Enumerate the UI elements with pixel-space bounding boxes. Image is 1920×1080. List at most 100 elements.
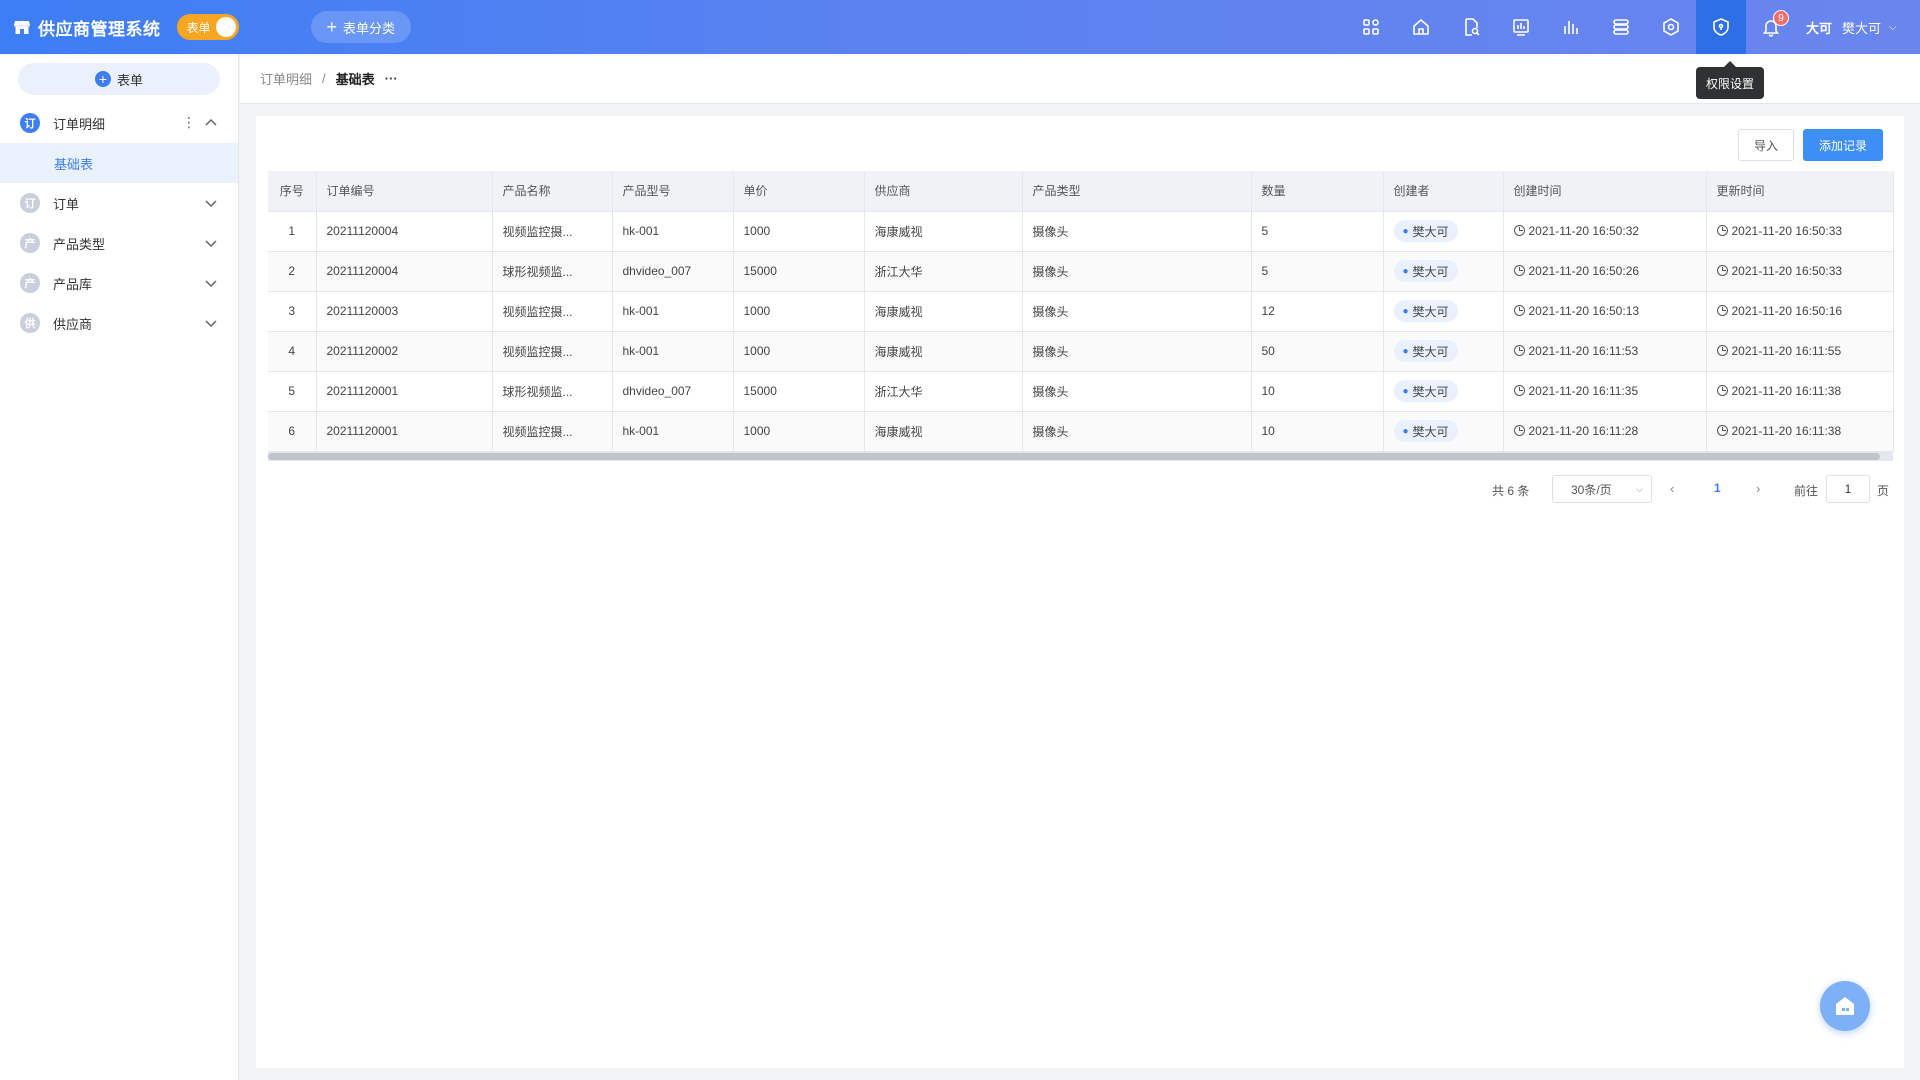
- column-header[interactable]: 订单编号: [316, 171, 493, 212]
- timestamp: 2021-11-20 16:11:28: [1528, 424, 1639, 438]
- more-vertical-icon[interactable]: ⋮: [182, 115, 196, 129]
- column-header[interactable]: 供应商: [864, 171, 1023, 212]
- clock-icon: [1513, 265, 1525, 276]
- user-menu[interactable]: 大可 樊大可 ⌵: [1806, 0, 1897, 54]
- column-header[interactable]: 创建者: [1383, 171, 1504, 212]
- table-cell: 2021-11-20 16:11:53: [1503, 331, 1707, 372]
- timestamp: 2021-11-20 16:50:32: [1528, 224, 1640, 238]
- timestamp: 2021-11-20 16:11:55: [1731, 344, 1842, 358]
- column-header[interactable]: 产品名称: [492, 171, 613, 212]
- chevron-down-icon[interactable]: [203, 275, 219, 291]
- table-cell: 5: [268, 371, 317, 412]
- sidebar: + 表单 订 订单明细 ⋮ 基础表 订 订单 产 产品类型 产 产品库 供 供应…: [0, 54, 239, 1080]
- column-header[interactable]: 序号: [268, 171, 317, 212]
- database-button[interactable]: [1596, 0, 1646, 54]
- table-cell: hk-001: [612, 331, 734, 372]
- table-cell: ● 樊大可: [1383, 371, 1504, 412]
- settings-button[interactable]: [1646, 0, 1696, 54]
- user-icon: ●: [1402, 385, 1409, 397]
- sidebar-item-product-types[interactable]: 产 产品类型: [0, 223, 238, 263]
- new-form-button[interactable]: + 表单: [18, 63, 220, 95]
- user-icon: ●: [1402, 425, 1409, 437]
- page-size-select[interactable]: 30条/页 ⌵: [1552, 475, 1652, 503]
- table-cell: 2021-11-20 16:50:33: [1706, 211, 1894, 252]
- home-button[interactable]: [1396, 0, 1446, 54]
- sidebar-item-suppliers[interactable]: 供 供应商: [0, 303, 238, 343]
- clock-icon: [1513, 385, 1525, 396]
- table-row[interactable]: 3 20211120003 视频监控摄... hk-001 1000 海康威视 摄像头 12 ●…: [268, 291, 1894, 332]
- table-cell: 1: [268, 211, 317, 252]
- form-category-button[interactable]: + 表单分类: [310, 11, 412, 43]
- chevron-down-icon[interactable]: [203, 195, 219, 211]
- creator-tag: ● 樊大可: [1393, 380, 1458, 402]
- table-cell: 1000: [733, 211, 865, 252]
- table-row[interactable]: 2 20211120004 球形视频监... dhvideo_007 15000 浙江大华…: [268, 251, 1894, 292]
- page-size-value: 30条/页: [1571, 482, 1612, 497]
- column-header[interactable]: 产品型号: [612, 171, 734, 212]
- sidebar-item-order-details[interactable]: 订 订单明细 ⋮: [0, 103, 238, 143]
- sidebar-item-orders[interactable]: 订 订单: [0, 183, 238, 223]
- more-options-icon[interactable]: ···: [385, 71, 398, 86]
- clock-icon: [1513, 425, 1525, 436]
- file-search-button[interactable]: [1446, 0, 1496, 54]
- clock-icon: [1716, 425, 1728, 436]
- table-cell: 50: [1251, 331, 1384, 372]
- table-row[interactable]: 4 20211120002 视频监控摄... hk-001 1000 海康威视 摄像头 50 ●…: [268, 331, 1894, 372]
- chevron-down-icon[interactable]: [203, 315, 219, 331]
- form-mode-toggle[interactable]: 表单: [176, 14, 239, 40]
- app-logo[interactable]: 供应商管理系统: [14, 15, 161, 40]
- table-cell: hk-001: [612, 291, 734, 332]
- column-header[interactable]: 产品类型: [1022, 171, 1252, 212]
- column-header[interactable]: 单价: [733, 171, 865, 212]
- table-cell: 摄像头: [1022, 411, 1252, 452]
- table-cell: 摄像头: [1022, 211, 1252, 252]
- chevron-down-icon: ⌵: [1636, 484, 1643, 494]
- scrollbar-thumb[interactable]: [268, 452, 1880, 460]
- breadcrumb: 订单明细 / 基础表 ···: [240, 54, 1920, 104]
- timestamp: 2021-11-20 16:11:38: [1731, 384, 1842, 398]
- column-header[interactable]: 更新时间: [1706, 171, 1894, 212]
- current-page-number[interactable]: 1: [1714, 481, 1721, 495]
- notifications-button[interactable]: 9: [1746, 0, 1796, 54]
- table-row[interactable]: 6 20211120001 视频监控摄... hk-001 1000 海康威视 摄像头 10 ●…: [268, 411, 1894, 452]
- apps-button[interactable]: [1346, 0, 1396, 54]
- apps-icon: [1363, 19, 1379, 35]
- table-cell: 5: [1251, 251, 1384, 292]
- creator-name: 樊大可: [1412, 224, 1449, 239]
- prev-page-button[interactable]: ‹: [1670, 481, 1674, 496]
- table-cell: 20211120001: [316, 411, 493, 452]
- plus-icon: +: [326, 17, 338, 37]
- table-row[interactable]: 5 20211120001 球形视频监... dhvideo_007 15000 浙江大华…: [268, 371, 1894, 412]
- chart-button[interactable]: [1546, 0, 1596, 54]
- chevron-down-icon[interactable]: [203, 235, 219, 251]
- column-header[interactable]: 创建时间: [1503, 171, 1707, 212]
- column-header[interactable]: 数量: [1251, 171, 1384, 212]
- floating-home-button[interactable]: [1820, 981, 1870, 1031]
- table-row[interactable]: 1 20211120004 视频监控摄... hk-001 1000 海康威视 摄像头 5 ● 樊…: [268, 211, 1894, 252]
- table-cell: 20211120001: [316, 371, 493, 412]
- table-cell: 摄像头: [1022, 251, 1252, 292]
- chevron-up-icon[interactable]: [203, 115, 219, 131]
- timestamp: 2021-11-20 16:50:33: [1731, 224, 1843, 238]
- goto-page-input[interactable]: [1826, 475, 1870, 503]
- creator-tag: ● 樊大可: [1393, 220, 1458, 242]
- sidebar-item-label: 产品类型: [53, 236, 106, 252]
- sidebar-item-product-library[interactable]: 产 产品库: [0, 263, 238, 303]
- dashboard-button[interactable]: [1496, 0, 1546, 54]
- sidebar-subitem-base-table[interactable]: 基础表: [0, 143, 238, 183]
- toggle-label: 表单: [186, 20, 211, 35]
- table-cell: 12: [1251, 291, 1384, 332]
- table-cell: 4: [268, 331, 317, 372]
- horizontal-scrollbar[interactable]: [268, 451, 1893, 461]
- permission-settings-button[interactable]: [1696, 0, 1746, 54]
- clock-icon: [1513, 225, 1525, 236]
- creator-tag: ● 樊大可: [1393, 260, 1458, 282]
- user-icon: ●: [1402, 265, 1409, 277]
- import-button[interactable]: 导入: [1738, 129, 1794, 161]
- next-page-button[interactable]: ›: [1756, 481, 1760, 496]
- database-icon: [1613, 19, 1629, 35]
- table-cell: 15000: [733, 251, 865, 292]
- breadcrumb-parent[interactable]: 订单明细: [260, 69, 312, 88]
- table-cell: 20211120003: [316, 291, 493, 332]
- add-record-button[interactable]: 添加记录: [1803, 129, 1883, 161]
